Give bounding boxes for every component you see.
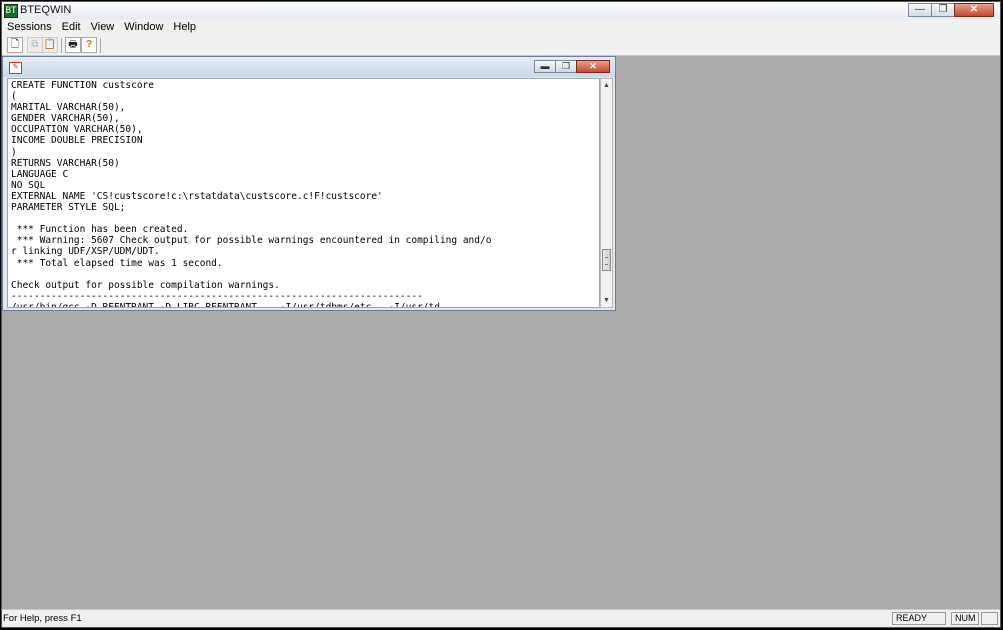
title-bar[interactable]: BT BTEQWIN — ❐ ✕: [2, 2, 1000, 20]
scroll-down-arrow-icon[interactable]: ▼: [601, 294, 612, 307]
output-line: RETURNS VARCHAR(50): [11, 157, 120, 169]
output-line: CREATE FUNCTION custscore: [11, 80, 154, 91]
paste-icon[interactable]: 📋: [42, 37, 58, 53]
output-line: OCCUPATION VARCHAR(50),: [11, 124, 143, 136]
status-help-text: For Help, press F1: [3, 613, 82, 624]
menu-bar: Sessions Edit View Window Help: [2, 19, 1000, 35]
output-line: LANGUAGE C: [11, 168, 69, 180]
session-title-bar[interactable]: ✎ ▬ ❐ ✕: [3, 57, 615, 77]
output-line: ): [11, 146, 17, 158]
close-button[interactable]: ✕: [954, 3, 994, 17]
toolbar: 🗋 ⧉ 📋 🖶 ?: [2, 35, 1000, 56]
output-line: *** Function has been created.: [11, 224, 189, 236]
output-line: EXTERNAL NAME 'CS!custscore!c:\rstatdata…: [11, 190, 383, 202]
output-line: Check output for possible compilation wa…: [11, 279, 280, 291]
output-line: ----------------------------------------…: [11, 290, 423, 302]
menu-help[interactable]: Help: [168, 21, 201, 33]
output-line: /usr/bin/gcc -D_REENTRANT -D_LIBC_REENTR…: [11, 301, 440, 308]
toolbar-separator: [61, 38, 62, 53]
output-lines: CREATE FUNCTION custscore(MARITAL VARCHA…: [11, 80, 492, 308]
status-bar: For Help, press F1 READY NUM: [2, 609, 1000, 627]
app-title: BTEQWIN: [20, 4, 72, 16]
menu-sessions[interactable]: Sessions: [2, 21, 57, 33]
session-window-controls: ▬ ❐ ✕: [534, 60, 610, 73]
scroll-up-arrow-icon[interactable]: ▲: [601, 79, 612, 92]
help-icon[interactable]: ?: [81, 37, 97, 53]
output-text-area[interactable]: CREATE FUNCTION custscore(MARITAL VARCHA…: [7, 78, 600, 308]
scroll-thumb[interactable]: [602, 249, 611, 271]
session-close-button[interactable]: ✕: [576, 60, 610, 73]
output-line: PARAMETER STYLE SQL;: [11, 202, 126, 214]
grip-icon: [605, 257, 608, 265]
menu-window[interactable]: Window: [119, 21, 168, 33]
output-line: r linking UDF/XSP/UDM/UDT.: [11, 246, 160, 258]
session-minimize-button[interactable]: ▬: [534, 60, 556, 73]
output-line: GENDER VARCHAR(50),: [11, 113, 120, 125]
output-line: *** Total elapsed time was 1 second.: [11, 257, 223, 269]
print-icon[interactable]: 🖶: [65, 37, 81, 53]
copy-icon[interactable]: ⧉: [27, 37, 43, 53]
app-icon[interactable]: BT: [4, 4, 18, 18]
output-line: INCOME DOUBLE PRECISION: [11, 135, 143, 147]
output-line: NO SQL: [11, 179, 46, 191]
vertical-scrollbar[interactable]: ▲ ▼: [600, 78, 613, 308]
edit-document-icon[interactable]: ✎: [9, 62, 22, 74]
status-num-panel: NUM: [951, 612, 979, 625]
mdi-workspace: ✎ ▬ ❐ ✕ CREATE FUNCTION custscore(MARITA…: [2, 56, 1000, 610]
session-restore-button[interactable]: ❐: [555, 60, 577, 73]
new-document-icon[interactable]: 🗋: [7, 37, 23, 53]
output-line: (: [11, 91, 17, 103]
window-controls: — ❐ ✕: [908, 3, 994, 17]
output-line: *** Warning: 5607 Check output for possi…: [11, 235, 492, 247]
menu-view[interactable]: View: [86, 21, 120, 33]
menu-edit[interactable]: Edit: [57, 21, 86, 33]
restore-button[interactable]: ❐: [931, 3, 955, 17]
application-window: BT BTEQWIN — ❐ ✕ Sessions Edit View Wind…: [1, 1, 1001, 628]
toolbar-separator: [100, 38, 101, 53]
session-window: ✎ ▬ ❐ ✕ CREATE FUNCTION custscore(MARITA…: [2, 56, 616, 311]
status-ready-panel: READY: [892, 612, 946, 625]
output-line: MARITAL VARCHAR(50),: [11, 102, 126, 114]
minimize-button[interactable]: —: [908, 3, 932, 17]
status-empty-panel: [981, 612, 998, 625]
